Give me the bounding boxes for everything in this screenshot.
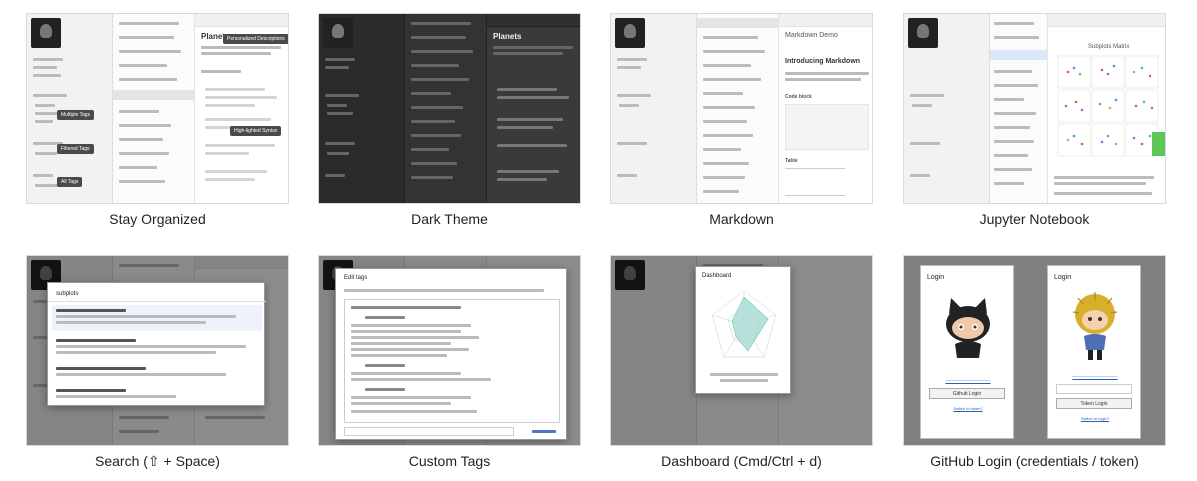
callout-tag: Personalized Descriptions (223, 34, 288, 44)
dialog-title: Dashboard (702, 273, 732, 279)
login-panel-credentials: Login ──────────────── Github Login Swit… (920, 265, 1014, 439)
note-list (990, 14, 1048, 203)
avatar (615, 18, 645, 48)
search-dialog: subplots (47, 282, 266, 406)
note-list (405, 14, 487, 203)
callout-tag: High-lighted Syntax (230, 126, 282, 136)
card-caption: Dark Theme (411, 211, 488, 227)
switch-to-login-link[interactable]: Switch to login? (1048, 416, 1142, 421)
card-caption: GitHub Login (credentials / token) (930, 453, 1139, 469)
section-heading: Code block (785, 94, 812, 100)
octocat-icon (1072, 292, 1118, 360)
switch-to-token-link[interactable]: Switch to token? (921, 406, 1015, 411)
dashboard-dialog: Dashboard (695, 266, 791, 394)
screenshot-jupyter: Subplots Matrix (903, 13, 1166, 204)
card-caption: Markdown (709, 211, 774, 227)
github-login-button[interactable]: Github Login (929, 388, 1005, 399)
card-caption: Dashboard (Cmd/Ctrl + d) (661, 453, 822, 469)
tag-input[interactable] (344, 427, 514, 436)
sidebar (319, 14, 405, 203)
note-title: Markdown Demo (785, 32, 838, 39)
card-caption: Custom Tags (408, 453, 491, 469)
app-mock: Planets (319, 14, 580, 203)
feature-gallery: Planets Personalized Descriptions Multip (0, 0, 1197, 481)
search-input[interactable]: subplots (56, 291, 78, 297)
callout-tag: Multiple Tags (57, 110, 95, 120)
login-title: Login (1054, 274, 1072, 281)
screenshot-search: subplots (26, 255, 289, 446)
scatter-matrix (1057, 55, 1159, 157)
card-caption: Search (⇧ + Space) (95, 453, 220, 469)
note-editor: Markdown Demo Introducing Markdown Code … (779, 14, 872, 203)
login-panel-token: Login ──────────────── Token Login Switc… (1047, 265, 1141, 439)
app-mock: Subplots Matrix (904, 14, 1165, 203)
screenshot-stay-organized: Planets Personalized Descriptions Multip (26, 13, 289, 204)
note-list (113, 14, 195, 203)
plot-title: Subplots Matrix (1088, 44, 1130, 50)
card-caption: Stay Organized (109, 211, 206, 227)
token-field[interactable] (1056, 384, 1132, 394)
section-heading: Table (785, 158, 798, 164)
radar-chart (711, 290, 777, 358)
avatar (323, 18, 353, 48)
sidebar (904, 14, 990, 203)
note-editor: Planets (487, 14, 580, 203)
callout-tag: All Tags (57, 177, 83, 187)
app-mock: Markdown Demo Introducing Markdown Code … (611, 14, 872, 203)
avatar (31, 18, 61, 48)
avatar (908, 18, 938, 48)
screenshot-markdown: Markdown Demo Introducing Markdown Code … (610, 13, 873, 204)
switch-link[interactable]: ──────────────── (1048, 374, 1142, 379)
note-editor: Subplots Matrix (1048, 14, 1165, 203)
card-caption: Jupyter Notebook (979, 211, 1090, 227)
edit-tags-dialog: Edit tags (335, 268, 567, 440)
screenshot-dark-theme: Planets (318, 13, 581, 204)
sidebar (27, 14, 113, 203)
callout-tag: Filtered Tags (57, 144, 94, 154)
note-title: Planets (493, 32, 522, 41)
sidebar (611, 14, 697, 203)
octocat-icon (946, 298, 990, 358)
screenshot-custom-tags: Edit tags (318, 255, 581, 446)
markdown-heading: Introducing Markdown (785, 58, 861, 65)
screenshot-github-login: Login ──────────────── Github Login Swit… (903, 255, 1166, 446)
token-login-button[interactable]: Token Login (1056, 398, 1132, 409)
switch-link[interactable]: ──────────────── (921, 378, 1015, 383)
screenshot-dashboard: Dashboard (610, 255, 873, 446)
dialog-title: Edit tags (344, 275, 368, 281)
tags-editor[interactable] (344, 299, 560, 423)
tooltip (1152, 132, 1165, 156)
note-list (697, 14, 779, 203)
login-title: Login (927, 274, 945, 281)
